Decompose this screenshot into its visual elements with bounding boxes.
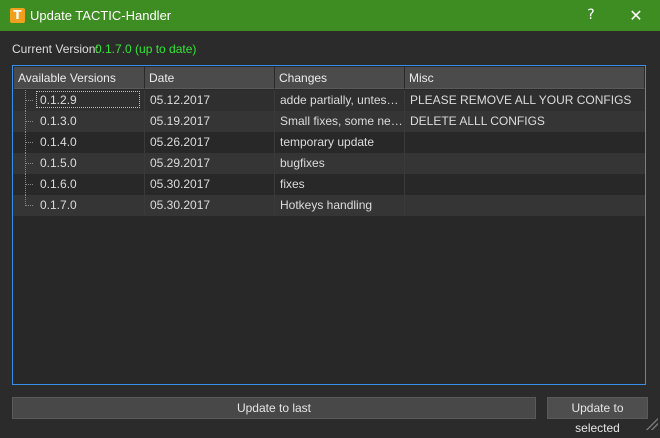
update-to-last-button[interactable]: Update to last (12, 397, 536, 419)
column-separator (274, 132, 275, 153)
table-row[interactable]: 0.1.3.0 05.19.2017 Small fixes, some ne… DE… (13, 111, 645, 132)
table-row[interactable]: 0.1.2.9 05.12.2017 adde partially, untes… P… (13, 90, 645, 111)
tree-vertical-line (25, 111, 26, 132)
tree-vertical-line (25, 174, 26, 195)
cell-changes: fixes (280, 177, 305, 191)
column-separator (144, 153, 145, 174)
cell-changes: adde partially, untes… (280, 93, 399, 107)
cell-date: 05.30.2017 (150, 177, 211, 191)
table-row[interactable]: 0.1.5.0 05.29.2017 bugfixes (13, 153, 645, 174)
current-version-value: 0.1.7.0 (up to date) (95, 42, 197, 56)
cell-version: 0.1.4.0 (40, 135, 77, 149)
tree-vertical-line (25, 90, 26, 111)
column-separator (404, 90, 405, 111)
tree-branch-line (25, 100, 33, 101)
table-row[interactable]: 0.1.4.0 05.26.2017 temporary update (13, 132, 645, 153)
column-separator (144, 111, 145, 132)
title-bar: T Update TACTIC-Handler ? ✕ (0, 0, 660, 31)
tree-branch-line (25, 205, 33, 206)
cell-version: 0.1.3.0 (40, 114, 77, 128)
column-separator (144, 132, 145, 153)
window-title: Update TACTIC-Handler (30, 8, 172, 23)
column-separator (274, 195, 275, 216)
column-separator (404, 111, 405, 132)
update-to-selected-button[interactable]: Update to selected (547, 397, 648, 435)
cell-version: 0.1.7.0 (40, 198, 77, 212)
tree-vertical-line (25, 132, 26, 153)
table-row[interactable]: 0.1.7.0 05.30.2017 Hotkeys handling (13, 195, 645, 216)
column-header-date[interactable]: Date (145, 67, 275, 89)
column-separator (274, 153, 275, 174)
column-separator (144, 90, 145, 111)
table-row[interactable]: 0.1.6.0 05.30.2017 fixes (13, 174, 645, 195)
cell-date: 05.29.2017 (150, 156, 211, 170)
close-button[interactable]: ✕ (618, 0, 654, 31)
versions-tree[interactable]: Available Versions Date Changes Misc 0.1… (12, 65, 646, 385)
resize-grip-icon[interactable] (646, 418, 658, 430)
tree-branch-line (25, 142, 33, 143)
cell-changes: Hotkeys handling (280, 198, 373, 212)
tree-branch-line (25, 121, 33, 122)
cell-misc (410, 198, 640, 213)
tree-branch-line (25, 184, 33, 185)
cell-misc (410, 156, 640, 171)
cell-changes: temporary update (280, 135, 375, 149)
column-separator (274, 174, 275, 195)
column-separator (144, 174, 145, 195)
cell-misc: DELETE ALLL CONFIGS (410, 114, 545, 128)
cell-date: 05.30.2017 (150, 198, 211, 212)
tree-branch-line (25, 163, 33, 164)
cell-changes: Small fixes, some ne… (280, 114, 403, 128)
cell-version: 0.1.6.0 (40, 177, 77, 191)
tree-vertical-line (25, 153, 26, 174)
column-header-misc[interactable]: Misc (405, 67, 645, 89)
column-separator (274, 90, 275, 111)
cell-misc (410, 135, 640, 150)
column-separator (404, 174, 405, 195)
column-separator (274, 111, 275, 132)
cell-date: 05.19.2017 (150, 114, 211, 128)
cell-date: 05.12.2017 (150, 93, 211, 107)
column-separator (404, 195, 405, 216)
column-header-versions[interactable]: Available Versions (14, 67, 145, 89)
cell-version: 0.1.2.9 (40, 93, 77, 107)
cell-version: 0.1.5.0 (40, 156, 77, 170)
cell-changes: bugfixes (280, 156, 325, 170)
cell-date: 05.26.2017 (150, 135, 211, 149)
current-version-label: Current Version: (12, 42, 99, 56)
cell-misc: PLEASE REMOVE ALL YOUR CONFIGS (410, 93, 632, 107)
help-button[interactable]: ? (578, 0, 604, 31)
column-header-changes[interactable]: Changes (275, 67, 405, 89)
column-separator (404, 153, 405, 174)
app-icon: T (10, 8, 25, 23)
column-separator (144, 195, 145, 216)
column-separator (404, 132, 405, 153)
tree-vertical-line (25, 195, 26, 206)
cell-misc (410, 177, 640, 192)
